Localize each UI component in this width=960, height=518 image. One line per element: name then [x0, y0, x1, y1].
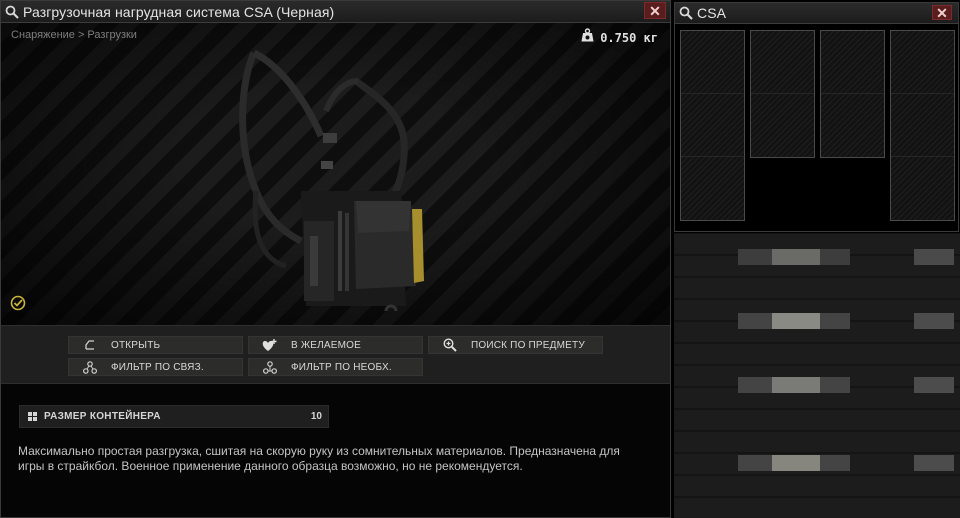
container-grid-window: CSA ✕ [674, 2, 959, 232]
chest-rig-image [239, 49, 424, 311]
blurred-item [914, 313, 954, 329]
search-item-icon [429, 338, 471, 352]
magnifier-icon [1, 1, 23, 23]
grid-icon [20, 412, 44, 421]
examined-check-icon [10, 295, 26, 316]
magnifier-icon [675, 2, 697, 24]
open-button[interactable]: ОТКРЫТЬ [68, 336, 243, 354]
required-filter-icon [249, 360, 291, 374]
linked-filter-button-label: ФИЛЬТР ПО СВЯЗ. [111, 361, 204, 373]
grid-cell[interactable] [751, 31, 814, 94]
grid-cell[interactable] [821, 94, 884, 157]
weight-icon [581, 28, 594, 47]
grid-cell[interactable] [891, 94, 954, 157]
grid-cell[interactable] [821, 31, 884, 94]
grid-cell[interactable] [891, 31, 954, 94]
grid-cell[interactable] [681, 31, 744, 94]
blurred-item [914, 377, 954, 393]
search-item-button-label: ПОИСК ПО ПРЕДМЕТУ [471, 339, 585, 351]
item-preview: Снаряжение > Разгрузки 0.750 кг [1, 23, 670, 325]
grid-cell[interactable] [681, 157, 744, 220]
wishlist-heart-icon [249, 338, 291, 352]
search-item-button[interactable]: ПОИСК ПО ПРЕДМЕТУ [428, 336, 603, 354]
blurred-item [772, 377, 820, 393]
blurred-item [772, 455, 820, 471]
container-size-stat: РАЗМЕР КОНТЕЙНЕРА 10 [19, 405, 329, 428]
weight-value: 0.750 кг [600, 30, 658, 45]
item-actions-bar: ОТКРЫТЬ В ЖЕЛАЕМОЕ ПОИСК ПО ПРЕДМЕТУ ФИЛ… [1, 325, 670, 384]
grid-slot-column-2[interactable] [750, 30, 815, 158]
blurred-item [914, 249, 954, 265]
item-window-titlebar[interactable]: Разгрузочная нагрудная система CSA (Черн… [1, 1, 670, 23]
grid-cell[interactable] [751, 94, 814, 157]
grid-slot-column-1[interactable] [680, 30, 745, 221]
open-icon [69, 340, 111, 350]
grid-cell[interactable] [681, 94, 744, 157]
blurred-item [914, 455, 954, 471]
required-filter-button-label: ФИЛЬТР ПО НЕОБХ. [291, 361, 392, 373]
item-inspect-window: Разгрузочная нагрудная система CSA (Черн… [0, 0, 671, 518]
container-size-label: РАЗМЕР КОНТЕЙНЕРА [44, 411, 161, 422]
blurred-item [772, 249, 820, 265]
open-button-label: ОТКРЫТЬ [111, 339, 161, 351]
linked-filter-button[interactable]: ФИЛЬТР ПО СВЯЗ. [68, 358, 243, 376]
breadcrumb[interactable]: Снаряжение > Разгрузки [11, 29, 137, 41]
container-window-title: CSA [697, 5, 727, 21]
linked-filter-icon [69, 360, 111, 374]
container-window-close-button[interactable]: ✕ [932, 5, 952, 20]
wishlist-button[interactable]: В ЖЕЛАЕМОЕ [248, 336, 423, 354]
blurred-item [772, 313, 820, 329]
wishlist-button-label: В ЖЕЛАЕМОЕ [291, 339, 362, 351]
required-filter-button[interactable]: ФИЛЬТР ПО НЕОБХ. [248, 358, 423, 376]
container-window-titlebar[interactable]: CSA ✕ [675, 3, 958, 24]
item-window-close-button[interactable]: ✕ [644, 2, 666, 19]
item-window-title: Разгрузочная нагрудная система CSA (Черн… [23, 3, 335, 20]
grid-slot-column-4[interactable] [890, 30, 955, 221]
close-icon: ✕ [649, 2, 661, 19]
stash-background-blurred [674, 233, 960, 518]
container-size-value: 10 [310, 411, 322, 422]
grid-slot-column-3[interactable] [820, 30, 885, 158]
close-icon: ✕ [936, 4, 948, 21]
stash-grid-background [674, 233, 960, 518]
item-weight: 0.750 кг [581, 28, 658, 47]
item-description: Максимально простая разгрузка, сшитая на… [18, 444, 620, 473]
grid-cell[interactable] [891, 157, 954, 220]
